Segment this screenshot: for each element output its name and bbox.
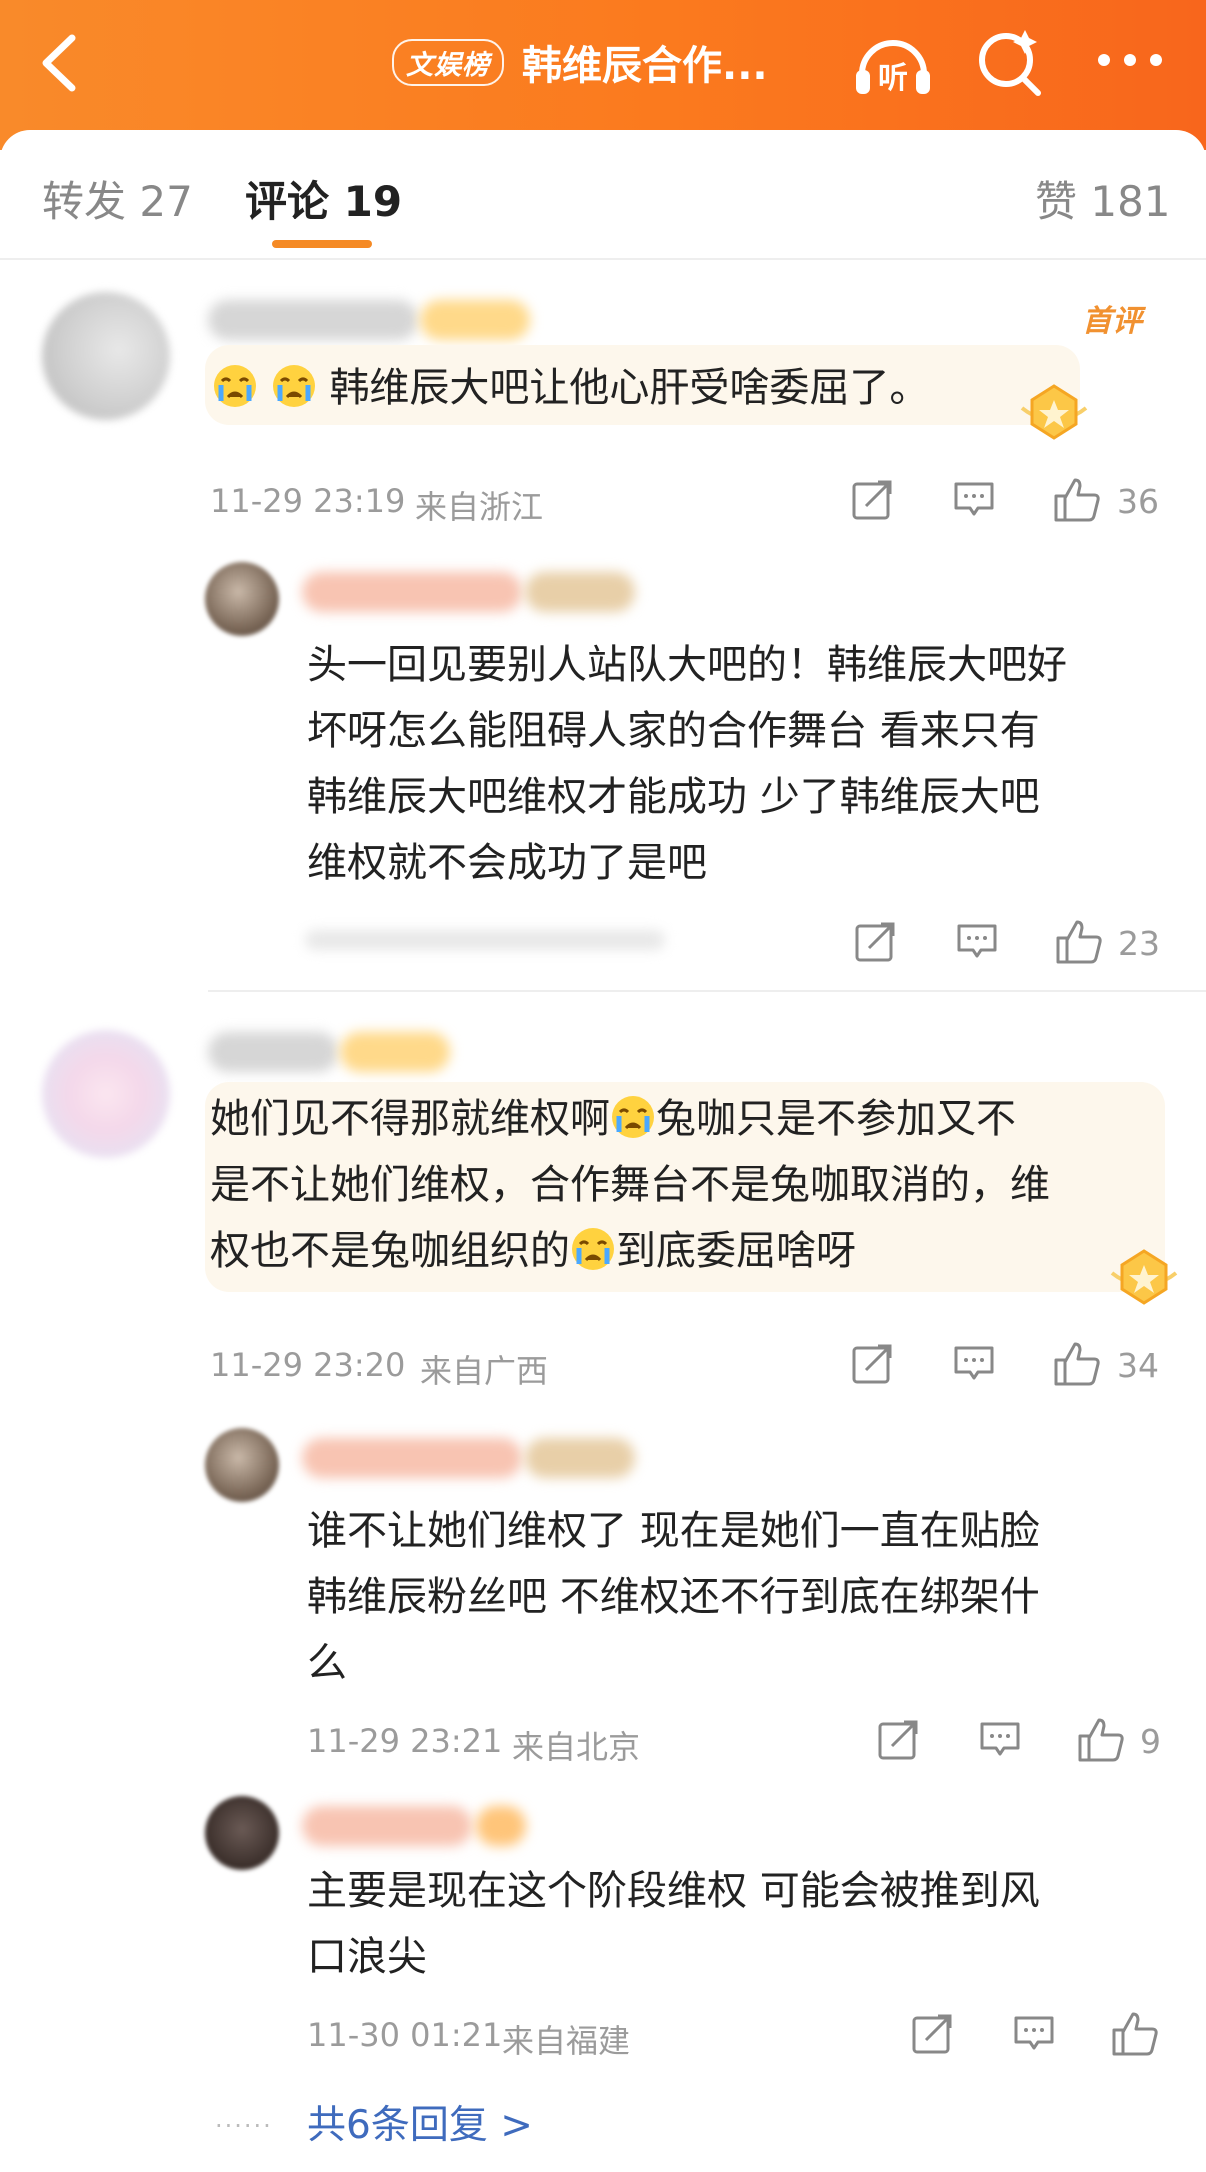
listen-icon: 听 xyxy=(878,61,908,96)
comment-text-part: 权也不是兔咖组织的 xyxy=(210,1228,570,1274)
reply-text-line: 头一回见要别人站队大吧的！韩维辰大吧好 xyxy=(307,642,1067,688)
more-icon[interactable] xyxy=(1090,22,1170,106)
like-icon[interactable] xyxy=(1054,918,1104,966)
comment-location: 来自广西 xyxy=(420,1352,549,1390)
repost-icon[interactable] xyxy=(876,1718,920,1762)
page-title: 韩维辰合作... xyxy=(522,43,768,89)
reply-text[interactable]: 头一回见要别人站队大吧的！韩维辰大吧好 坏呀怎么能阻碍人家的合作舞台 看来只有 … xyxy=(307,632,1067,896)
comment-text-body: 韩维辰大吧让他心肝受啥委屈了。 xyxy=(329,365,930,411)
user-badge-blurred xyxy=(476,1806,526,1846)
username-blurred[interactable] xyxy=(302,572,522,612)
comment-icon[interactable] xyxy=(955,920,999,964)
avatar[interactable] xyxy=(205,1796,279,1870)
repost-icon[interactable] xyxy=(910,2012,954,2056)
active-tab-indicator xyxy=(272,240,372,248)
comment-location: 来自浙江 xyxy=(415,488,544,526)
trophy-badge-icon xyxy=(1020,384,1088,440)
reply-text-line: 谁不让她们维权了 现在是她们一直在贴脸 xyxy=(307,1508,1040,1554)
like-icon[interactable] xyxy=(1110,2010,1160,2058)
comment-text-part: 到底委屈啥呀 xyxy=(616,1228,856,1274)
repost-icon[interactable] xyxy=(850,1342,894,1386)
listen-button[interactable]: 听 xyxy=(848,22,938,106)
avatar[interactable] xyxy=(205,1428,279,1502)
repost-icon[interactable] xyxy=(850,478,894,522)
avatar[interactable] xyxy=(42,1030,170,1158)
reply-connector: ······ xyxy=(215,2112,273,2140)
reply-text[interactable]: 主要是现在这个阶段维权 可能会被推到风 口浪尖 xyxy=(307,1858,1040,1990)
like-count: 34 xyxy=(1117,1346,1159,1385)
trophy-badge-icon xyxy=(1110,1249,1178,1305)
comment-text-part: 她们见不得那就维权啊 xyxy=(210,1096,610,1142)
crying-emoji-icon xyxy=(272,365,315,407)
comment-icon[interactable] xyxy=(952,478,996,522)
crying-emoji-icon xyxy=(612,1096,654,1138)
repost-icon[interactable] xyxy=(853,920,897,964)
crying-emoji-icon xyxy=(572,1228,614,1270)
reply-text-line: 坏呀怎么能阻碍人家的合作舞台 看来只有 xyxy=(307,708,1040,754)
like-count: 36 xyxy=(1117,482,1159,521)
reply-text-line: 口浪尖 xyxy=(307,1934,427,1980)
comment-icon[interactable] xyxy=(1012,2012,1056,2056)
reply-location: 来自北京 xyxy=(512,1728,641,1766)
avatar[interactable] xyxy=(42,292,170,420)
like-count: 9 xyxy=(1140,1722,1161,1761)
like-icon[interactable] xyxy=(1052,1340,1102,1388)
reply-text-line: 维权就不会成功了是吧 xyxy=(307,840,707,886)
comment-icon[interactable] xyxy=(952,1342,996,1386)
like-icon[interactable] xyxy=(1052,476,1102,524)
comment-text-line: 是不让她们维权，合作舞台不是兔咖取消的，维 xyxy=(210,1162,1050,1208)
like-count: 23 xyxy=(1118,924,1160,963)
reply-time: 11-30 01:21 xyxy=(307,2016,503,2054)
reply-text-line: 么 xyxy=(307,1640,347,1686)
brand-badge: 文娱榜 xyxy=(392,38,504,86)
top-bar: 文娱榜 韩维辰合作... 听 xyxy=(0,0,1206,150)
comment-text-part: 兔咖只是不参加又不 xyxy=(656,1096,1016,1142)
like-icon[interactable] xyxy=(1076,1716,1126,1764)
avatar[interactable] xyxy=(205,562,279,636)
comment-icon[interactable] xyxy=(978,1718,1022,1762)
username-blurred[interactable] xyxy=(208,1032,338,1072)
user-badge-blurred xyxy=(525,572,635,612)
comment-time: 11-29 23:20 xyxy=(210,1346,406,1384)
reply-text-line: 主要是现在这个阶段维权 可能会被推到风 xyxy=(307,1868,1040,1914)
user-badge-blurred xyxy=(525,1438,635,1478)
user-badge-blurred xyxy=(340,1032,450,1072)
username-blurred[interactable] xyxy=(302,1438,522,1478)
first-comment-badge: 首评 xyxy=(1082,304,1142,339)
tab-comments[interactable]: 评论 19 xyxy=(245,168,402,229)
tab-likes[interactable]: 赞 181 xyxy=(1035,168,1171,229)
reply-time: 11-29 23:21 xyxy=(307,1722,503,1760)
more-replies-link[interactable]: 共6条回复 > xyxy=(307,2094,533,2150)
comment-text[interactable]: 韩维辰大吧让他心肝受啥委屈了。 xyxy=(212,355,929,421)
tab-repost[interactable]: 转发 27 xyxy=(42,168,193,229)
header-title-group[interactable]: 文娱榜 韩维辰合作... xyxy=(392,30,768,94)
comment-time: 11-29 23:19 xyxy=(210,482,406,520)
divider xyxy=(208,990,1206,992)
username-blurred[interactable] xyxy=(208,300,418,340)
tab-bar: 转发 27 评论 19 赞 181 xyxy=(0,150,1206,260)
reply-text[interactable]: 谁不让她们维权了 现在是她们一直在贴脸 韩维辰粉丝吧 不维权还不行到底在绑架什 … xyxy=(307,1498,1040,1696)
user-badge-blurred xyxy=(420,300,530,340)
back-icon[interactable] xyxy=(30,28,90,98)
crying-emoji-icon xyxy=(214,365,256,407)
meta-blurred xyxy=(305,930,665,950)
comment-text[interactable]: 她们见不得那就维权啊 兔咖只是不参加又不 是不让她们维权，合作舞台不是兔咖取消的，… xyxy=(210,1086,1050,1284)
search-icon[interactable] xyxy=(970,22,1050,106)
reply-text-line: 韩维辰大吧维权才能成功 少了韩维辰大吧 xyxy=(307,774,1040,820)
reply-text-line: 韩维辰粉丝吧 不维权还不行到底在绑架什 xyxy=(307,1574,1040,1620)
reply-location: 来自福建 xyxy=(502,2022,631,2060)
username-blurred[interactable] xyxy=(302,1806,472,1846)
